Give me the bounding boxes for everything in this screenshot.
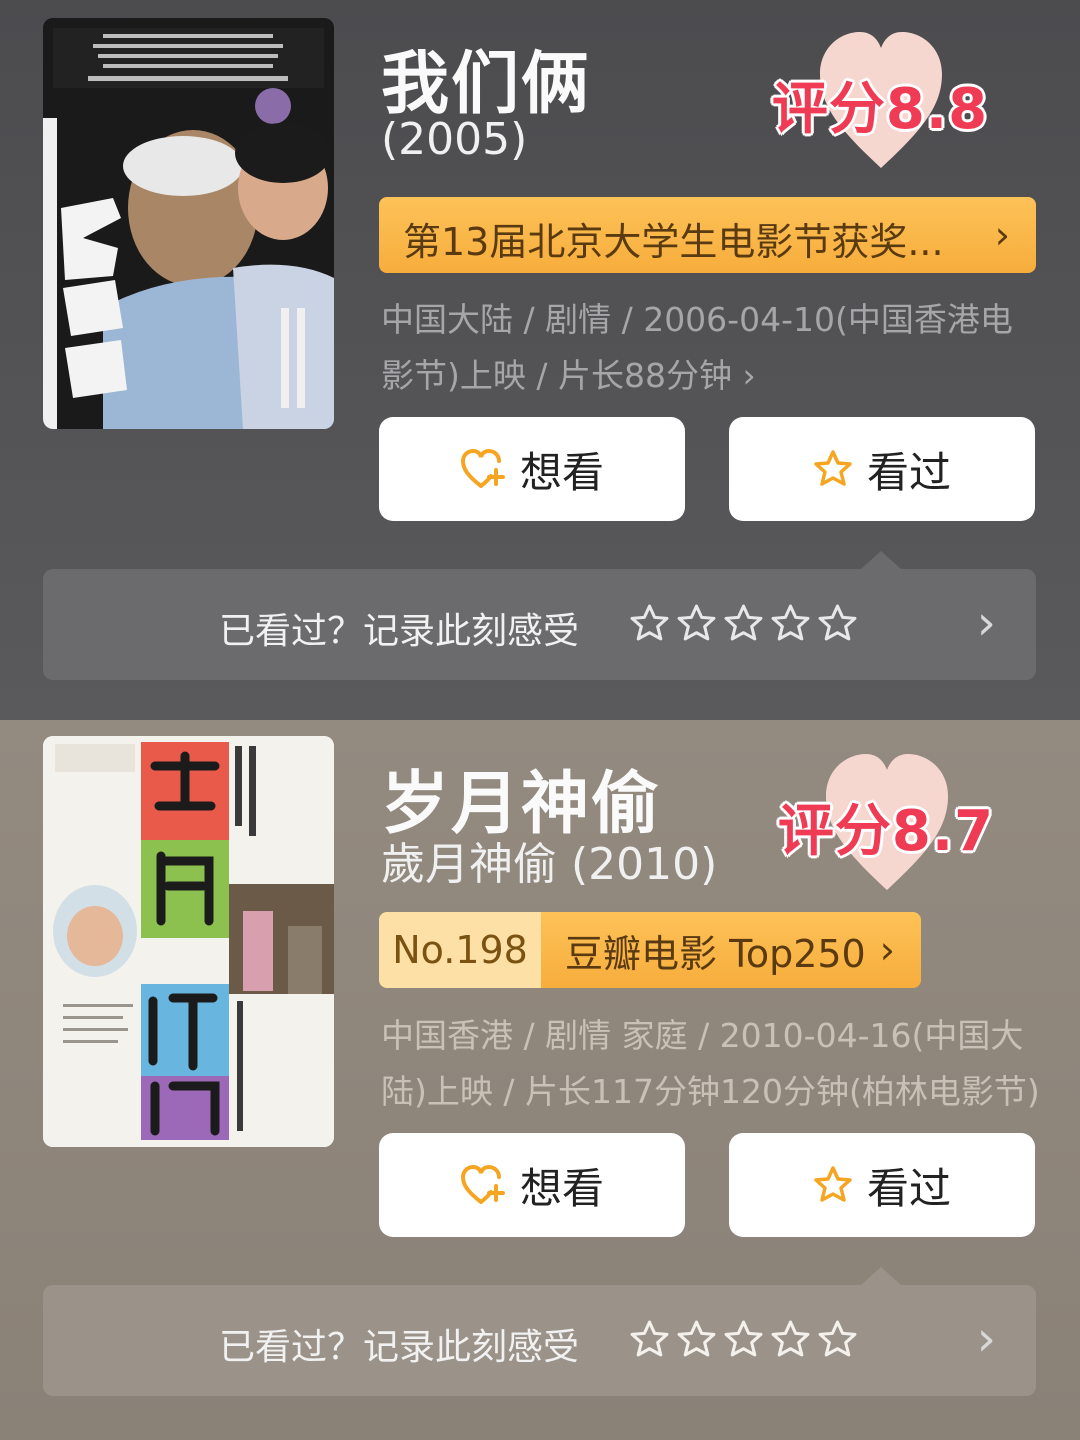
star-outline-icon[interactable] xyxy=(770,603,811,644)
pointer-caret xyxy=(861,1267,901,1285)
rank-list: 豆瓣电影 Top250 › xyxy=(541,912,921,988)
want-label: 想看 xyxy=(519,447,604,497)
heart-plus-icon xyxy=(460,448,505,488)
star-outline-icon[interactable] xyxy=(817,603,858,644)
star-outline-icon[interactable] xyxy=(676,603,717,644)
star-outline-icon[interactable] xyxy=(629,1319,670,1360)
rating-score: 评分8.8 xyxy=(771,77,989,142)
star-icon xyxy=(814,1166,852,1202)
star-outline-icon[interactable] xyxy=(676,1319,717,1360)
movie-meta[interactable]: 中国大陆 / 剧情 / 2006-04-10(中国香港电影节)上映 / 片长88… xyxy=(381,292,1041,404)
record-prompt: 已看过？记录此刻感受 xyxy=(219,611,580,652)
rank-number: No.198 xyxy=(379,912,541,988)
heart-plus-icon xyxy=(460,1164,505,1204)
record-feeling-bar[interactable]: 已看过？记录此刻感受 › xyxy=(43,1267,1036,1396)
star-outline-icon[interactable] xyxy=(629,603,670,644)
movie-poster[interactable] xyxy=(43,18,334,429)
movie-original-title: 歲月神偷 (2010) xyxy=(381,839,718,890)
pointer-caret xyxy=(861,551,901,569)
want-to-watch-button[interactable]: 想看 xyxy=(379,1133,685,1237)
rating-score: 评分8.7 xyxy=(777,799,995,864)
chevron-right-icon: › xyxy=(976,1311,996,1367)
star-outline-icon[interactable] xyxy=(770,1319,811,1360)
rating-badge: 评分8.7 xyxy=(776,752,996,902)
chevron-right-icon: › xyxy=(879,928,895,972)
star-rating[interactable] xyxy=(629,603,858,644)
seen-label: 看过 xyxy=(866,1163,951,1213)
movie-title: 我们俩 xyxy=(381,45,592,124)
watched-button[interactable]: 看过 xyxy=(729,1133,1035,1237)
movie-card-2: 岁月神偷 歲月神偷 (2010) 评分8.7 No.198 豆瓣电影 Top25… xyxy=(0,720,1080,1440)
record-feeling-bar[interactable]: 已看过？记录此刻感受 › xyxy=(43,551,1036,680)
movie-card-1: 我们俩 (2005) 评分8.8 第13届北京大学生电影节获奖... › 中国大… xyxy=(0,0,1080,720)
movie-poster[interactable] xyxy=(43,736,334,1147)
rating-badge: 评分8.8 xyxy=(770,30,990,180)
star-outline-icon[interactable] xyxy=(723,1319,764,1360)
top250-banner[interactable]: No.198 豆瓣电影 Top250 › xyxy=(379,912,921,988)
chevron-right-icon: › xyxy=(994,213,1010,257)
seen-label: 看过 xyxy=(866,447,951,497)
watched-button[interactable]: 看过 xyxy=(729,417,1035,521)
want-to-watch-button[interactable]: 想看 xyxy=(379,417,685,521)
star-rating[interactable] xyxy=(629,1319,858,1360)
star-outline-icon[interactable] xyxy=(817,1319,858,1360)
poster-artwork xyxy=(43,18,334,429)
star-icon xyxy=(814,450,852,486)
chevron-right-icon: › xyxy=(976,595,996,651)
rank-list-label: 豆瓣电影 Top250 xyxy=(565,931,866,976)
award-banner[interactable]: 第13届北京大学生电影节获奖... › xyxy=(379,197,1036,273)
star-outline-icon[interactable] xyxy=(723,603,764,644)
want-label: 想看 xyxy=(519,1163,604,1213)
award-label: 第13届北京大学生电影节获奖... xyxy=(403,220,944,264)
record-prompt: 已看过？记录此刻感受 xyxy=(219,1327,580,1368)
movie-year: (2005) xyxy=(381,114,528,165)
poster-artwork xyxy=(43,736,334,1147)
